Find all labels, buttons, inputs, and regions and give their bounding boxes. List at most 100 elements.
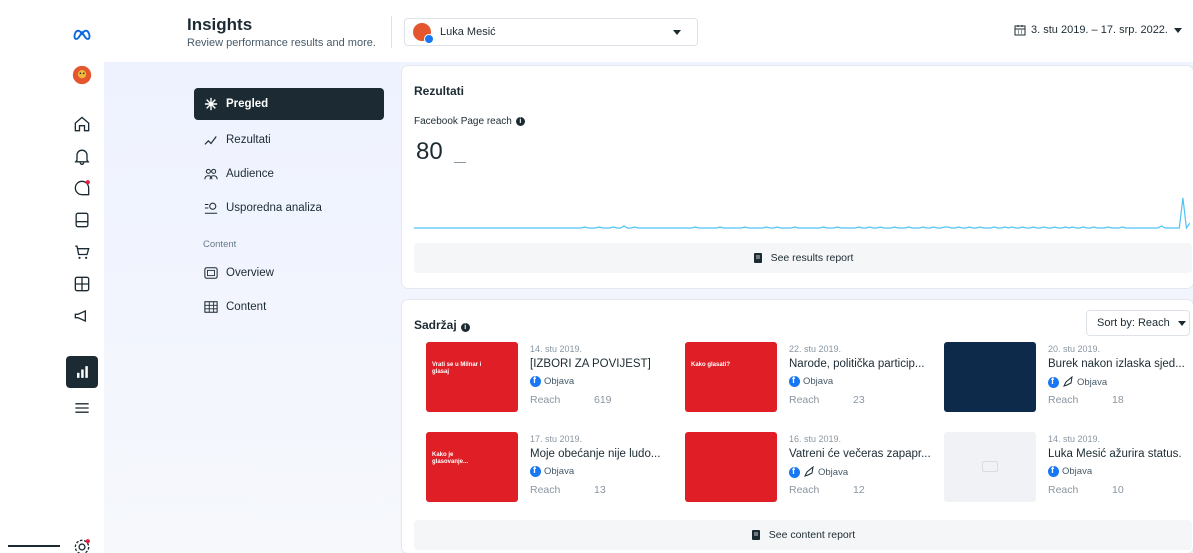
post-type: Objava: [1048, 376, 1107, 388]
info-icon[interactable]: i: [460, 323, 470, 332]
content-panel: Sadržaj i Sort by: Reach Vrati se u Milna…: [402, 300, 1193, 553]
post-type-label: Objava: [803, 376, 834, 387]
button-label: See content report: [768, 529, 856, 541]
menu-icon[interactable]: [66, 392, 98, 424]
post-title: Vatreni će večeras zapapr...: [789, 448, 931, 460]
page-title: Insights: [187, 15, 253, 34]
reach-label: Reach: [1048, 394, 1079, 406]
thumbnail-text: Vrati se u Milnar i glasaj: [432, 362, 482, 376]
post-card[interactable]: Kako je glasovanje... 17. stu 2019. Moje o…: [426, 432, 676, 514]
date-range-text: 3. stu 2019. – 17. srp. 2022.: [1031, 24, 1168, 36]
page-subtitle: Review performance results and more.: [187, 37, 376, 49]
reach-label: Reach: [530, 394, 561, 406]
post-title: [IZBORI ZA POVIJEST]: [530, 358, 651, 370]
post-type-label: Objava: [544, 376, 575, 387]
sort-dropdown[interactable]: Sort by: Reach: [1086, 310, 1190, 336]
compare-icon: [204, 202, 218, 214]
nav-item-pregled[interactable]: Pregled: [194, 88, 384, 120]
post-date: 14. stu 2019.: [1048, 434, 1101, 444]
post-thumbnail: Vrati se u Milnar i glasaj: [426, 342, 518, 412]
nav-item-overview[interactable]: Overview: [194, 257, 384, 289]
see-results-report-button[interactable]: See results report: [414, 243, 1192, 273]
reach-line-chart: [414, 197, 1190, 230]
home-icon[interactable]: [66, 108, 98, 140]
nav-item-label: Rezultati: [226, 134, 271, 146]
nav-item-rezultati[interactable]: Rezultati: [194, 124, 384, 156]
divider-line: [8, 545, 60, 547]
results-panel: Rezultati Facebook Page reach i 80 See re…: [402, 66, 1193, 288]
reach-label: Reach: [1048, 484, 1079, 496]
overview-icon: [204, 267, 218, 279]
facebook-icon: [1048, 465, 1059, 477]
insights-sidenav: Pregled Rezultati Audience Usporedna ana…: [104, 62, 400, 553]
bell-icon[interactable]: [66, 140, 98, 172]
post-thumbnail: [685, 432, 777, 502]
facebook-icon: [789, 466, 800, 478]
post-title: Moje obećanje nije ludo...: [530, 448, 661, 460]
reach-value: 12: [853, 484, 865, 496]
nav-section-label: Content: [203, 239, 237, 250]
reach-label: Reach: [530, 484, 561, 496]
reach-label: Reach: [789, 394, 820, 406]
table-icon: [204, 301, 218, 313]
post-card[interactable]: Vrati se u Milnar i glasaj 14. stu 2019. […: [426, 342, 676, 424]
gear-icon[interactable]: [66, 531, 98, 553]
posts-icon[interactable]: [66, 204, 98, 236]
facebook-icon: [530, 375, 541, 387]
insights-icon[interactable]: [66, 356, 98, 388]
text-post-icon: [982, 461, 998, 472]
post-title: Narode, politička particip...: [789, 358, 925, 370]
chat-icon[interactable]: [66, 172, 98, 204]
account-name: Luka Mesić: [440, 26, 496, 38]
info-icon[interactable]: i: [515, 117, 525, 126]
post-date: 20. stu 2019.: [1048, 344, 1101, 354]
left-rail: [0, 0, 104, 553]
account-selector[interactable]: Luka Mesić: [404, 18, 698, 46]
megaphone-icon[interactable]: [66, 300, 98, 332]
metric-value: 80: [416, 138, 443, 165]
button-label: See results report: [770, 252, 854, 264]
nav-item-content[interactable]: Content: [194, 291, 384, 323]
nav-item-usporedna-analiza[interactable]: Usporedna analiza: [194, 192, 384, 224]
cart-icon[interactable]: [66, 236, 98, 268]
calendar-icon: [1014, 25, 1026, 36]
post-type-label: Objava: [544, 466, 575, 477]
post-card[interactable]: 14. stu 2019. Luka Mesić ažurira status. O…: [944, 432, 1193, 514]
reach-series-line: [414, 197, 1190, 230]
metric-trend-indicator: [454, 162, 466, 163]
nav-item-audience[interactable]: Audience: [194, 158, 384, 190]
nav-item-label: Audience: [226, 168, 274, 180]
reach-value: 10: [1112, 484, 1124, 496]
reach-value: 18: [1112, 394, 1124, 406]
content-title-text: Sadržaj: [414, 318, 457, 332]
facebook-badge-icon: [424, 34, 434, 44]
trend-icon: [204, 136, 217, 145]
boost-icon: [804, 466, 814, 477]
thumbnail-text: Kako je glasovanje...: [432, 452, 469, 466]
nav-item-label: Usporedna analiza: [226, 202, 322, 214]
post-type: Objava: [789, 466, 848, 478]
facebook-icon: [530, 465, 541, 477]
grid-icon[interactable]: [66, 268, 98, 300]
metric-label-text: Facebook Page reach: [414, 116, 512, 127]
reach-label: Reach: [789, 484, 820, 496]
main-area: Pregled Rezultati Audience Usporedna ana…: [104, 62, 1193, 553]
date-range-picker[interactable]: 3. stu 2019. – 17. srp. 2022.: [1014, 24, 1182, 36]
chevron-down-icon: [1177, 320, 1186, 326]
metric-label: Facebook Page reach i: [414, 116, 525, 127]
results-title: Rezultati: [414, 84, 465, 98]
see-content-report-button[interactable]: See content report: [414, 520, 1192, 550]
people-icon: [204, 168, 218, 180]
nav-item-label: Content: [226, 301, 267, 313]
meta-logo-icon[interactable]: [66, 18, 98, 50]
post-card[interactable]: Kako glasati? 22. stu 2019. Narode, politi…: [685, 342, 935, 424]
thumbnail-text: Kako glasati?: [691, 362, 731, 368]
profile-avatar[interactable]: [66, 59, 98, 91]
account-avatar: [413, 23, 434, 44]
post-card[interactable]: 16. stu 2019. Vatreni će večeras zapapr..…: [685, 432, 935, 514]
post-card[interactable]: 20. stu 2019. Burek nakon izlaska sjed...…: [944, 342, 1193, 424]
report-icon: [753, 253, 762, 263]
post-title: Burek nakon izlaska sjed...: [1048, 358, 1185, 370]
top-bar: Insights Review performance results and …: [104, 0, 1193, 62]
post-type: Objava: [530, 375, 575, 387]
